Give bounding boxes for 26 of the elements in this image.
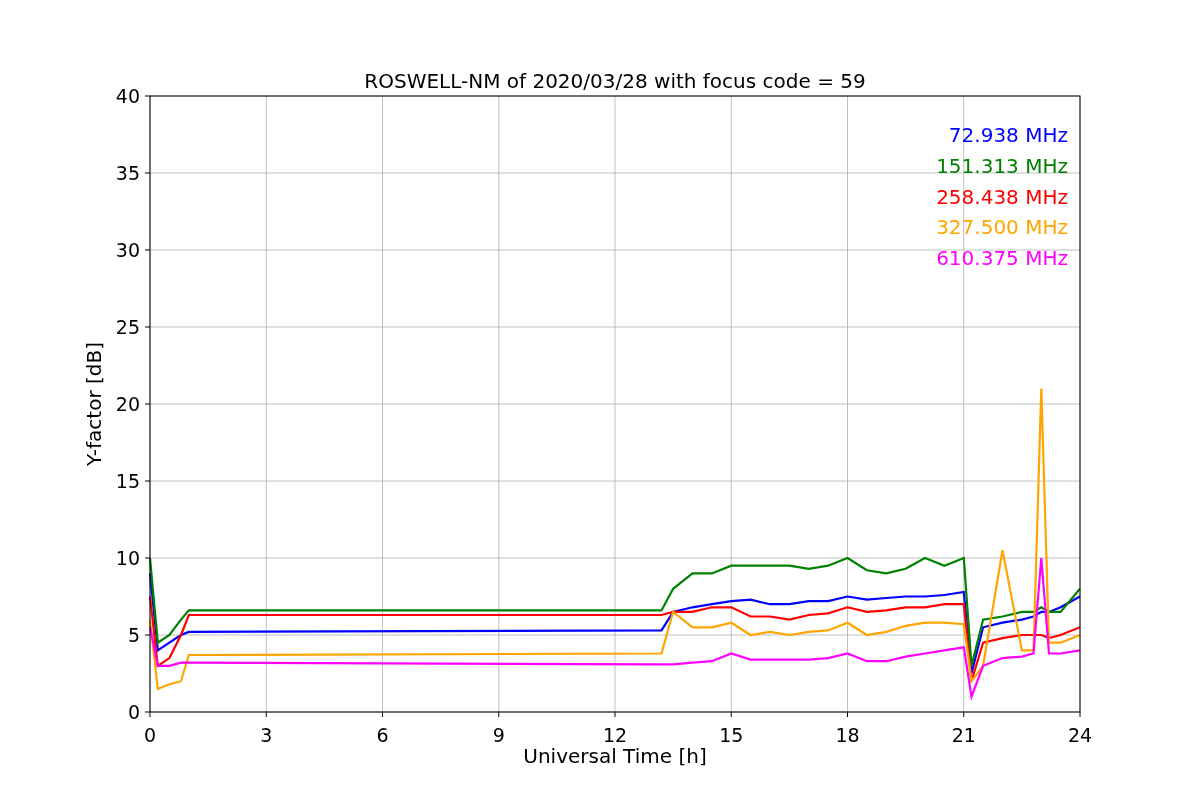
y-tick-label: 40 bbox=[115, 85, 140, 107]
y-tick-label: 20 bbox=[115, 393, 140, 415]
x-tick-label: 18 bbox=[835, 724, 860, 746]
x-tick-label: 15 bbox=[719, 724, 744, 746]
x-axis-label: Universal Time [h] bbox=[523, 744, 707, 768]
x-tick-label: 21 bbox=[951, 724, 976, 746]
legend-label: 72.938 MHz bbox=[948, 123, 1068, 147]
y-tick-label: 15 bbox=[115, 470, 140, 492]
chart-title: ROSWELL-NM of 2020/03/28 with focus code = 59 bbox=[364, 69, 866, 93]
y-tick-label: 25 bbox=[115, 316, 140, 338]
x-tick-label: 6 bbox=[376, 724, 389, 746]
y-tick-label: 30 bbox=[115, 239, 140, 261]
y-tick-label: 5 bbox=[127, 624, 140, 646]
x-tick-label: 3 bbox=[260, 724, 273, 746]
x-tick-label: 9 bbox=[492, 724, 505, 746]
x-tick-label: 0 bbox=[143, 724, 157, 746]
legend-label: 610.375 MHz bbox=[936, 246, 1068, 271]
y-axis-label: Y-factor [dB] bbox=[82, 342, 106, 466]
legend-label: 327.500 MHz bbox=[936, 215, 1068, 240]
y-tick-label: 35 bbox=[115, 162, 140, 184]
x-tick-label: 24 bbox=[1067, 724, 1093, 746]
legend-label: 151.313 MHz bbox=[936, 153, 1068, 178]
legend-label: 258.438 MHz bbox=[936, 184, 1068, 209]
y-tick-label: 10 bbox=[115, 547, 140, 569]
x-tick-label: 12 bbox=[602, 724, 628, 746]
y-tick-label: 0 bbox=[127, 701, 140, 723]
